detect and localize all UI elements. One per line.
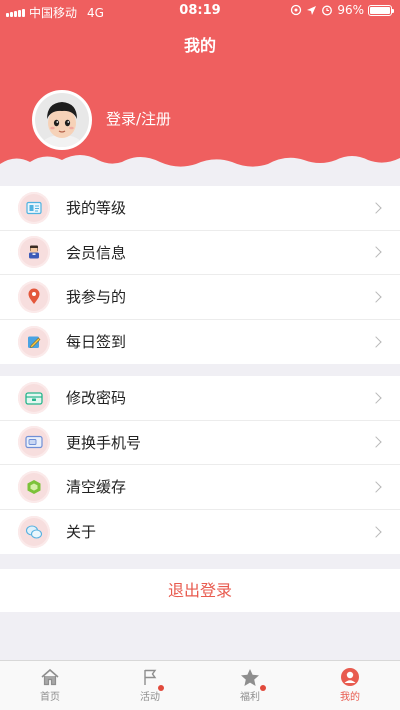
tab-label: 福利 bbox=[240, 692, 260, 703]
clear-cache-icon bbox=[18, 470, 50, 503]
menu-item-clear-cache[interactable]: 清空缓存 bbox=[0, 465, 400, 510]
location-arrow-icon bbox=[307, 5, 317, 15]
menu-label: 我的等级 bbox=[66, 199, 127, 218]
menu-label: 每日签到 bbox=[66, 333, 127, 352]
tab-label: 我的 bbox=[340, 692, 360, 703]
menu-item-participated[interactable]: 我参与的 bbox=[0, 275, 400, 320]
chevron-right-icon bbox=[370, 246, 382, 258]
activity-badge-dot bbox=[158, 685, 164, 691]
chevron-right-icon bbox=[370, 481, 382, 493]
chevron-right-icon bbox=[370, 291, 382, 303]
menu-item-my-level[interactable]: 我的等级 bbox=[0, 186, 400, 231]
menu-label: 更换手机号 bbox=[66, 433, 142, 452]
menu-label: 关于 bbox=[66, 523, 97, 542]
menu-item-change-phone[interactable]: 更换手机号 bbox=[0, 421, 400, 465]
chevron-right-icon bbox=[370, 392, 382, 404]
home-icon bbox=[40, 666, 60, 688]
page-title: 我的 bbox=[183, 36, 216, 55]
login-register-link[interactable]: 登录/注册 bbox=[106, 108, 171, 129]
status-bar: 中国移动 4G 08:19 96% bbox=[0, 0, 400, 22]
chevron-right-icon bbox=[370, 202, 382, 214]
menu-label: 会员信息 bbox=[66, 243, 127, 262]
menu-group-settings: 修改密码 更换手机号 清空缓存 关于 bbox=[0, 376, 400, 554]
chevron-right-icon bbox=[370, 336, 382, 348]
menu-label: 清空缓存 bbox=[66, 478, 127, 497]
menu-item-daily-checkin[interactable]: 每日签到 bbox=[0, 320, 400, 365]
about-chat-icon bbox=[18, 515, 50, 548]
battery-percent: 96% bbox=[337, 3, 364, 17]
bottom-tab-bar: 首页 活动 福利 我的 bbox=[0, 660, 400, 710]
battery-icon bbox=[368, 4, 394, 16]
chevron-right-icon bbox=[370, 526, 382, 538]
star-icon bbox=[240, 666, 260, 688]
avatar[interactable] bbox=[32, 90, 92, 150]
welfare-badge-dot bbox=[260, 685, 266, 691]
logout-button[interactable]: 退出登录 bbox=[0, 569, 400, 612]
avatar-cartoon-icon bbox=[35, 93, 89, 147]
password-icon bbox=[18, 381, 50, 414]
tab-welfare[interactable]: 福利 bbox=[200, 661, 300, 710]
location-pin-icon bbox=[18, 280, 50, 313]
cloud-wave-decoration bbox=[0, 155, 400, 182]
profile-icon bbox=[340, 666, 360, 688]
tab-label: 活动 bbox=[140, 692, 160, 703]
member-icon bbox=[18, 236, 50, 269]
menu-item-change-password[interactable]: 修改密码 bbox=[0, 376, 400, 421]
tab-label: 首页 bbox=[40, 692, 60, 703]
flag-icon bbox=[142, 666, 158, 688]
menu-group-account: 我的等级 会员信息 我参与的 每日签到 bbox=[0, 186, 400, 364]
alarm-icon bbox=[322, 5, 333, 16]
pencil-checkin-icon bbox=[18, 325, 50, 358]
menu-label: 我参与的 bbox=[66, 288, 127, 307]
phone-card-icon bbox=[18, 426, 50, 459]
tab-profile[interactable]: 我的 bbox=[300, 661, 400, 710]
profile-header: 中国移动 4G 08:19 96% 我的 登录/注册 bbox=[0, 0, 400, 182]
level-card-icon bbox=[18, 191, 50, 224]
menu-label: 修改密码 bbox=[66, 389, 127, 408]
menu-item-member-info[interactable]: 会员信息 bbox=[0, 231, 400, 275]
chevron-right-icon bbox=[370, 436, 382, 448]
orientation-lock-icon bbox=[291, 4, 302, 16]
menu-item-about[interactable]: 关于 bbox=[0, 510, 400, 555]
tab-home[interactable]: 首页 bbox=[0, 661, 100, 710]
tab-activity[interactable]: 活动 bbox=[100, 661, 200, 710]
